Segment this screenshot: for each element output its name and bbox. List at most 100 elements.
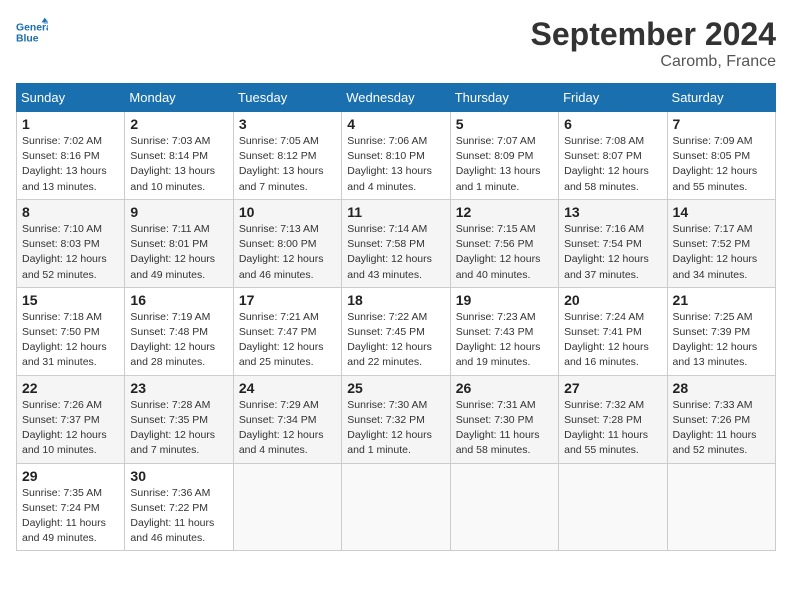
calendar-cell: 7Sunrise: 7:09 AMSunset: 8:05 PMDaylight… bbox=[667, 112, 775, 200]
day-info: Sunrise: 7:35 AMSunset: 7:24 PMDaylight:… bbox=[22, 486, 119, 547]
calendar-cell: 30 Sunrise: 7:36 AMSunset: 7:22 PMDayligh… bbox=[125, 463, 233, 551]
day-number: 4 bbox=[347, 116, 444, 132]
calendar-cell: 12 Sunrise: 7:15 AMSunset: 7:56 PMDayligh… bbox=[450, 199, 558, 287]
day-number: 16 bbox=[130, 292, 227, 308]
day-info: Sunrise: 7:14 AMSunset: 7:58 PMDaylight:… bbox=[347, 222, 444, 283]
calendar-cell: 29 Sunrise: 7:35 AMSunset: 7:24 PMDayligh… bbox=[17, 463, 125, 551]
svg-text:General: General bbox=[16, 22, 48, 33]
column-header-tuesday: Tuesday bbox=[233, 84, 341, 112]
column-header-friday: Friday bbox=[559, 84, 667, 112]
day-info: Sunrise: 7:15 AMSunset: 7:56 PMDaylight:… bbox=[456, 222, 553, 283]
calendar-cell: 18 Sunrise: 7:22 AMSunset: 7:45 PMDayligh… bbox=[342, 287, 450, 375]
day-number: 19 bbox=[456, 292, 553, 308]
day-info: Sunrise: 7:16 AMSunset: 7:54 PMDaylight:… bbox=[564, 222, 661, 283]
day-number: 18 bbox=[347, 292, 444, 308]
day-number: 11 bbox=[347, 204, 444, 220]
calendar-table: SundayMondayTuesdayWednesdayThursdayFrid… bbox=[16, 83, 776, 551]
calendar-cell: 28 Sunrise: 7:33 AMSunset: 7:26 PMDayligh… bbox=[667, 375, 775, 463]
day-number: 26 bbox=[456, 380, 553, 396]
day-info: Sunrise: 7:33 AMSunset: 7:26 PMDaylight:… bbox=[673, 398, 770, 459]
column-header-saturday: Saturday bbox=[667, 84, 775, 112]
calendar-cell: 26 Sunrise: 7:31 AMSunset: 7:30 PMDayligh… bbox=[450, 375, 558, 463]
calendar-cell: 16 Sunrise: 7:19 AMSunset: 7:48 PMDayligh… bbox=[125, 287, 233, 375]
day-info: Sunrise: 7:17 AMSunset: 7:52 PMDaylight:… bbox=[673, 222, 770, 283]
day-number: 23 bbox=[130, 380, 227, 396]
column-header-monday: Monday bbox=[125, 84, 233, 112]
day-number: 28 bbox=[673, 380, 770, 396]
day-info: Sunrise: 7:32 AMSunset: 7:28 PMDaylight:… bbox=[564, 398, 661, 459]
day-number: 14 bbox=[673, 204, 770, 220]
calendar-cell: 14 Sunrise: 7:17 AMSunset: 7:52 PMDayligh… bbox=[667, 199, 775, 287]
day-number: 6 bbox=[564, 116, 661, 132]
day-number: 9 bbox=[130, 204, 227, 220]
calendar-cell: 6 Sunrise: 7:08 AMSunset: 8:07 PMDaylight… bbox=[559, 112, 667, 200]
calendar-cell: 20 Sunrise: 7:24 AMSunset: 7:41 PMDayligh… bbox=[559, 287, 667, 375]
day-info: Sunrise: 7:23 AMSunset: 7:43 PMDaylight:… bbox=[456, 310, 553, 371]
day-info: Sunrise: 7:10 AMSunset: 8:03 PMDaylight:… bbox=[22, 222, 119, 283]
day-info: Sunrise: 7:36 AMSunset: 7:22 PMDaylight:… bbox=[130, 486, 227, 547]
day-info: Sunrise: 7:30 AMSunset: 7:32 PMDaylight:… bbox=[347, 398, 444, 459]
calendar-cell bbox=[342, 463, 450, 551]
day-info: Sunrise: 7:22 AMSunset: 7:45 PMDaylight:… bbox=[347, 310, 444, 371]
calendar-cell: 10 Sunrise: 7:13 AMSunset: 8:00 PMDayligh… bbox=[233, 199, 341, 287]
day-info: Sunrise: 7:06 AMSunset: 8:10 PMDaylight:… bbox=[347, 134, 444, 195]
day-info: Sunrise: 7:03 AMSunset: 8:14 PMDaylight:… bbox=[130, 134, 227, 195]
day-info: Sunrise: 7:13 AMSunset: 8:00 PMDaylight:… bbox=[239, 222, 336, 283]
logo: General Blue bbox=[16, 16, 48, 48]
day-number: 2 bbox=[130, 116, 227, 132]
calendar-cell: 23Sunrise: 7:28 AMSunset: 7:35 PMDayligh… bbox=[125, 375, 233, 463]
day-number: 27 bbox=[564, 380, 661, 396]
calendar-cell: 25 Sunrise: 7:30 AMSunset: 7:32 PMDayligh… bbox=[342, 375, 450, 463]
day-info: Sunrise: 7:08 AMSunset: 8:07 PMDaylight:… bbox=[564, 134, 661, 195]
calendar-cell: 4 Sunrise: 7:06 AMSunset: 8:10 PMDaylight… bbox=[342, 112, 450, 200]
calendar-cell: 19 Sunrise: 7:23 AMSunset: 7:43 PMDayligh… bbox=[450, 287, 558, 375]
day-number: 10 bbox=[239, 204, 336, 220]
day-info: Sunrise: 7:21 AMSunset: 7:47 PMDaylight:… bbox=[239, 310, 336, 371]
calendar-cell: 13 Sunrise: 7:16 AMSunset: 7:54 PMDayligh… bbox=[559, 199, 667, 287]
location-subtitle: Caromb, France bbox=[531, 53, 776, 71]
calendar-cell: 22 Sunrise: 7:26 AMSunset: 7:37 PMDayligh… bbox=[17, 375, 125, 463]
day-number: 5 bbox=[456, 116, 553, 132]
day-number: 21 bbox=[673, 292, 770, 308]
calendar-cell: 8Sunrise: 7:10 AMSunset: 8:03 PMDaylight… bbox=[17, 199, 125, 287]
logo-icon: General Blue bbox=[16, 16, 48, 48]
page-header: General Blue September 2024 Caromb, Fran… bbox=[16, 16, 776, 71]
calendar-cell bbox=[450, 463, 558, 551]
day-number: 7 bbox=[673, 116, 770, 132]
calendar-cell: 9 Sunrise: 7:11 AMSunset: 8:01 PMDaylight… bbox=[125, 199, 233, 287]
calendar-cell bbox=[233, 463, 341, 551]
day-number: 30 bbox=[130, 468, 227, 484]
day-number: 20 bbox=[564, 292, 661, 308]
day-number: 3 bbox=[239, 116, 336, 132]
title-block: September 2024 Caromb, France bbox=[531, 16, 776, 71]
calendar-cell: 15 Sunrise: 7:18 AMSunset: 7:50 PMDayligh… bbox=[17, 287, 125, 375]
week-row-2: 8Sunrise: 7:10 AMSunset: 8:03 PMDaylight… bbox=[17, 199, 776, 287]
day-info: Sunrise: 7:07 AMSunset: 8:09 PMDaylight:… bbox=[456, 134, 553, 195]
calendar-cell: 2 Sunrise: 7:03 AMSunset: 8:14 PMDaylight… bbox=[125, 112, 233, 200]
day-number: 17 bbox=[239, 292, 336, 308]
week-row-4: 22 Sunrise: 7:26 AMSunset: 7:37 PMDayligh… bbox=[17, 375, 776, 463]
column-header-sunday: Sunday bbox=[17, 84, 125, 112]
calendar-cell: 27 Sunrise: 7:32 AMSunset: 7:28 PMDayligh… bbox=[559, 375, 667, 463]
day-info: Sunrise: 7:19 AMSunset: 7:48 PMDaylight:… bbox=[130, 310, 227, 371]
day-number: 12 bbox=[456, 204, 553, 220]
day-info: Sunrise: 7:18 AMSunset: 7:50 PMDaylight:… bbox=[22, 310, 119, 371]
day-info: Sunrise: 7:24 AMSunset: 7:41 PMDaylight:… bbox=[564, 310, 661, 371]
day-info: Sunrise: 7:29 AMSunset: 7:34 PMDaylight:… bbox=[239, 398, 336, 459]
column-header-thursday: Thursday bbox=[450, 84, 558, 112]
day-number: 25 bbox=[347, 380, 444, 396]
svg-text:Blue: Blue bbox=[16, 34, 39, 45]
day-number: 1 bbox=[22, 116, 119, 132]
calendar-cell: 1Sunrise: 7:02 AMSunset: 8:16 PMDaylight… bbox=[17, 112, 125, 200]
day-info: Sunrise: 7:11 AMSunset: 8:01 PMDaylight:… bbox=[130, 222, 227, 283]
calendar-cell: 5 Sunrise: 7:07 AMSunset: 8:09 PMDaylight… bbox=[450, 112, 558, 200]
day-number: 22 bbox=[22, 380, 119, 396]
calendar-cell: 11 Sunrise: 7:14 AMSunset: 7:58 PMDayligh… bbox=[342, 199, 450, 287]
calendar-cell: 24Sunrise: 7:29 AMSunset: 7:34 PMDayligh… bbox=[233, 375, 341, 463]
day-info: Sunrise: 7:05 AMSunset: 8:12 PMDaylight:… bbox=[239, 134, 336, 195]
day-number: 29 bbox=[22, 468, 119, 484]
day-number: 13 bbox=[564, 204, 661, 220]
day-number: 15 bbox=[22, 292, 119, 308]
day-info: Sunrise: 7:26 AMSunset: 7:37 PMDaylight:… bbox=[22, 398, 119, 459]
day-info: Sunrise: 7:31 AMSunset: 7:30 PMDaylight:… bbox=[456, 398, 553, 459]
